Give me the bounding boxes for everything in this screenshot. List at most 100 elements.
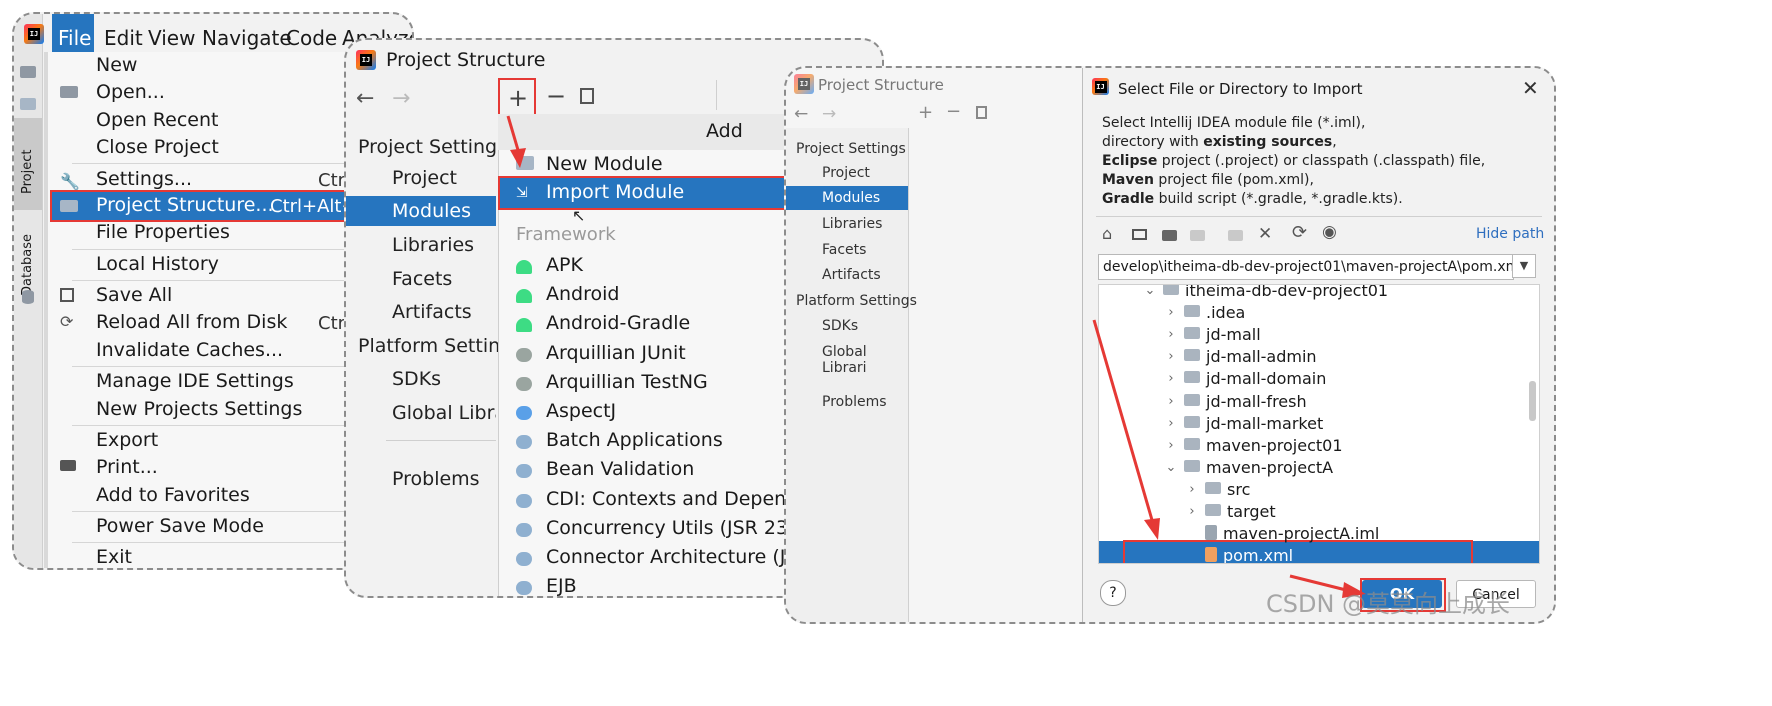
menu-view[interactable]: View xyxy=(148,26,195,50)
framework-item[interactable]: Arquillian TestNG xyxy=(546,371,708,393)
chevron-right-icon[interactable]: › xyxy=(1164,371,1178,386)
tree-row[interactable]: ⌄ maven-projectA xyxy=(1164,456,1334,478)
forward-arrow-icon[interactable]: → xyxy=(392,86,410,111)
menu-item-print[interactable]: Print... xyxy=(96,456,158,478)
menu-item-local-history[interactable]: Local History xyxy=(96,253,219,275)
add-item-new-module[interactable]: New Module xyxy=(546,153,663,175)
framework-item[interactable]: AspectJ xyxy=(546,400,616,422)
chevron-down-icon[interactable]: ⌄ xyxy=(1164,460,1178,475)
nav-modules[interactable]: Modules xyxy=(392,200,471,222)
chevron-right-icon[interactable]: › xyxy=(1164,394,1178,409)
nav-sdks[interactable]: SDKs xyxy=(392,368,441,390)
show-hidden-icon[interactable]: ◉ xyxy=(1322,222,1337,242)
menu-item-reload-all[interactable]: Reload All from Disk xyxy=(96,311,287,333)
menu-item-settings[interactable]: Settings... xyxy=(96,168,192,190)
refresh-icon[interactable]: ⟳ xyxy=(1292,222,1307,243)
chevron-right-icon[interactable]: › xyxy=(1185,504,1199,519)
help-button[interactable]: ? xyxy=(1100,580,1126,606)
chevron-right-icon[interactable]: › xyxy=(1164,349,1178,364)
menu-item-manage-ide-settings[interactable]: Manage IDE Settings xyxy=(96,370,294,392)
menu-item-invalidate-caches[interactable]: Invalidate Caches... xyxy=(96,339,283,361)
tree-row[interactable]: › jd-mall-fresh xyxy=(1164,390,1306,412)
new-folder-icon[interactable] xyxy=(1228,230,1243,241)
nav-artifacts[interactable]: Artifacts xyxy=(392,301,472,323)
chevron-right-icon[interactable]: › xyxy=(1164,327,1178,342)
copy-icon[interactable] xyxy=(580,88,594,104)
delete-icon[interactable]: ✕ xyxy=(1258,224,1272,244)
menu-item-exit[interactable]: Exit xyxy=(96,546,132,568)
nav-project[interactable]: Project xyxy=(392,167,457,189)
menu-item-file-properties[interactable]: File Properties xyxy=(96,221,230,243)
menu-item-new[interactable]: New xyxy=(96,54,137,76)
menu-code[interactable]: Code xyxy=(286,26,337,50)
nav-sdks[interactable]: SDKs xyxy=(822,318,858,334)
module-folder-icon[interactable] xyxy=(1190,230,1205,241)
remove-icon[interactable]: − xyxy=(946,101,961,122)
tree-row[interactable]: › jd-mall-domain xyxy=(1164,367,1326,389)
home-icon[interactable]: ⌂ xyxy=(1102,224,1112,243)
chevron-right-icon[interactable]: › xyxy=(1185,482,1199,497)
tree-row[interactable]: › target xyxy=(1185,500,1275,522)
desktop-icon[interactable] xyxy=(1132,229,1147,240)
nav-problems[interactable]: Problems xyxy=(822,394,887,410)
close-icon[interactable]: ✕ xyxy=(1522,76,1539,100)
framework-item[interactable]: Arquillian JUnit xyxy=(546,342,686,364)
tree-row[interactable]: › jd-mall-admin xyxy=(1164,345,1316,367)
nav-modules[interactable]: Modules xyxy=(822,190,880,206)
menu-navigate[interactable]: Navigate xyxy=(202,26,292,50)
framework-item[interactable]: Android xyxy=(546,283,619,305)
menu-item-add-to-favorites[interactable]: Add to Favorites xyxy=(96,484,250,506)
copy-icon[interactable] xyxy=(976,106,987,119)
menu-item-save-all[interactable]: Save All xyxy=(96,284,172,306)
tree-row[interactable]: › .idea xyxy=(1164,301,1245,323)
chevron-down-icon[interactable]: ⌄ xyxy=(1143,285,1157,298)
database-tab[interactable]: Database xyxy=(20,234,35,296)
tree-row[interactable]: › jd-mall-market xyxy=(1164,412,1323,434)
remove-icon[interactable]: − xyxy=(546,82,566,110)
nav-libraries[interactable]: Libraries xyxy=(392,234,474,256)
path-history-dropdown[interactable]: ▼ xyxy=(1512,254,1536,278)
nav-problems[interactable]: Problems xyxy=(392,468,480,490)
menu-edit[interactable]: Edit xyxy=(104,26,143,50)
tree-row[interactable]: maven-projectA.iml xyxy=(1185,522,1379,544)
framework-item[interactable]: APK xyxy=(546,254,583,276)
add-item-import-module[interactable]: Import Module xyxy=(546,181,684,203)
menu-item-open-recent[interactable]: Open Recent xyxy=(96,109,218,131)
hide-path-link[interactable]: Hide path xyxy=(1476,226,1544,242)
menu-item-export[interactable]: Export xyxy=(96,429,158,451)
menu-item-open[interactable]: Open... xyxy=(96,81,165,103)
nav-global-libraries[interactable]: Global Librari xyxy=(392,402,496,424)
menu-file[interactable]: File xyxy=(58,26,91,50)
tree-row[interactable]: ⌄ itheima-db-dev-project01 xyxy=(1143,285,1388,301)
framework-item[interactable]: Concurrency Utils (JSR 236) xyxy=(546,517,808,539)
menu-item-project-structure[interactable]: Project Structure... xyxy=(96,194,274,216)
tree-row[interactable]: › jd-mall xyxy=(1164,323,1260,345)
back-arrow-icon[interactable]: ← xyxy=(794,104,808,124)
nav-artifacts[interactable]: Artifacts xyxy=(822,267,881,283)
chevron-right-icon[interactable]: › xyxy=(1164,438,1178,453)
chevron-right-icon[interactable]: › xyxy=(1164,305,1178,320)
forward-arrow-icon[interactable]: → xyxy=(822,104,836,124)
tree-row[interactable]: › src xyxy=(1185,478,1250,500)
framework-item[interactable]: Batch Applications xyxy=(546,429,723,451)
tree-row[interactable]: › maven-project01 xyxy=(1164,434,1342,456)
tree-row[interactable]: pom.xml xyxy=(1185,544,1293,563)
add-icon[interactable]: + xyxy=(918,102,933,123)
framework-item[interactable]: Bean Validation xyxy=(546,458,694,480)
nav-facets[interactable]: Facets xyxy=(822,242,866,258)
project-tab[interactable]: Project xyxy=(20,150,35,194)
menu-item-close-project[interactable]: Close Project xyxy=(96,136,219,158)
back-arrow-icon[interactable]: ← xyxy=(356,86,374,111)
path-field[interactable]: develop\itheima-db-dev-project01\maven-p… xyxy=(1098,254,1514,280)
menu-item-new-projects-settings[interactable]: New Projects Settings xyxy=(96,398,302,420)
framework-item[interactable]: Android-Gradle xyxy=(546,312,690,334)
nav-project[interactable]: Project xyxy=(822,165,870,181)
nav-global-libraries[interactable]: Global Librari xyxy=(822,344,908,376)
nav-libraries[interactable]: Libraries xyxy=(822,216,882,232)
chevron-right-icon[interactable]: › xyxy=(1164,416,1178,431)
project-folder-icon[interactable] xyxy=(1162,230,1177,241)
nav-facets[interactable]: Facets xyxy=(392,268,452,290)
menu-item-power-save-mode[interactable]: Power Save Mode xyxy=(96,515,264,537)
tree-scrollbar-thumb[interactable] xyxy=(1529,381,1536,421)
framework-item[interactable]: EJB xyxy=(546,575,577,596)
